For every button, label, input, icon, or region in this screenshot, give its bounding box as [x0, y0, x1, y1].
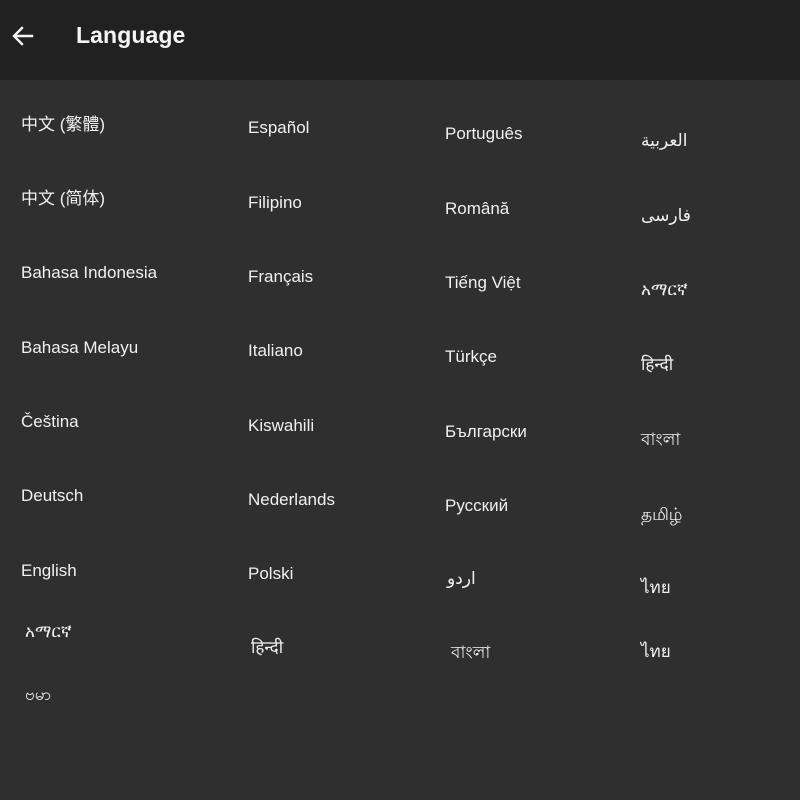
language-option[interactable]: فارسی [641, 205, 691, 227]
language-option[interactable]: Polski [248, 563, 293, 585]
language-option[interactable]: ไทย [641, 577, 671, 599]
language-option[interactable]: Deutsch [21, 485, 83, 507]
page-title: Language [76, 22, 186, 48]
language-option[interactable]: Čeština [21, 411, 79, 433]
language-option[interactable]: Tiếng Việt [445, 272, 521, 294]
language-option[interactable]: Română [445, 198, 509, 220]
language-option[interactable]: Español [248, 117, 309, 139]
language-option[interactable]: বাংলা [451, 642, 490, 664]
language-option[interactable]: Bahasa Indonesia [21, 262, 157, 284]
language-option[interactable]: বাংলা [641, 429, 680, 451]
app-bar: Language [0, 0, 800, 80]
language-option[interactable]: Kiswahili [248, 415, 314, 437]
language-option[interactable]: Nederlands [248, 489, 335, 511]
language-option[interactable]: Türkçe [445, 346, 497, 368]
language-option[interactable]: Filipino [248, 192, 302, 214]
language-option[interactable]: हिन्दी [641, 354, 673, 376]
language-option[interactable]: አማርኛ [641, 279, 688, 301]
language-option[interactable]: ဗမာ [25, 684, 51, 706]
language-option[interactable]: हिन्दी [251, 637, 283, 659]
language-option[interactable]: 中文 (简体) [21, 188, 105, 210]
language-option[interactable]: English [21, 560, 77, 582]
language-option[interactable]: ไทย [641, 641, 671, 663]
language-option[interactable]: தமிழ் [641, 504, 683, 526]
language-option[interactable]: اردو [447, 568, 476, 590]
language-option[interactable]: العربية [641, 130, 687, 152]
language-option[interactable]: 中文 (繁體) [21, 114, 105, 136]
language-option[interactable]: አማርኛ [25, 621, 72, 643]
language-option[interactable]: Français [248, 266, 313, 288]
language-option[interactable]: Български [445, 421, 527, 443]
language-grid: 中文 (繁體) 中文 (简体) Bahasa Indonesia Bahasa … [0, 80, 800, 800]
language-option[interactable]: Italiano [248, 340, 303, 362]
back-button[interactable] [6, 16, 42, 56]
language-option[interactable]: Русский [445, 495, 508, 517]
arrow-left-icon [12, 26, 34, 46]
language-option[interactable]: Bahasa Melayu [21, 337, 138, 359]
language-option[interactable]: Português [445, 123, 523, 145]
